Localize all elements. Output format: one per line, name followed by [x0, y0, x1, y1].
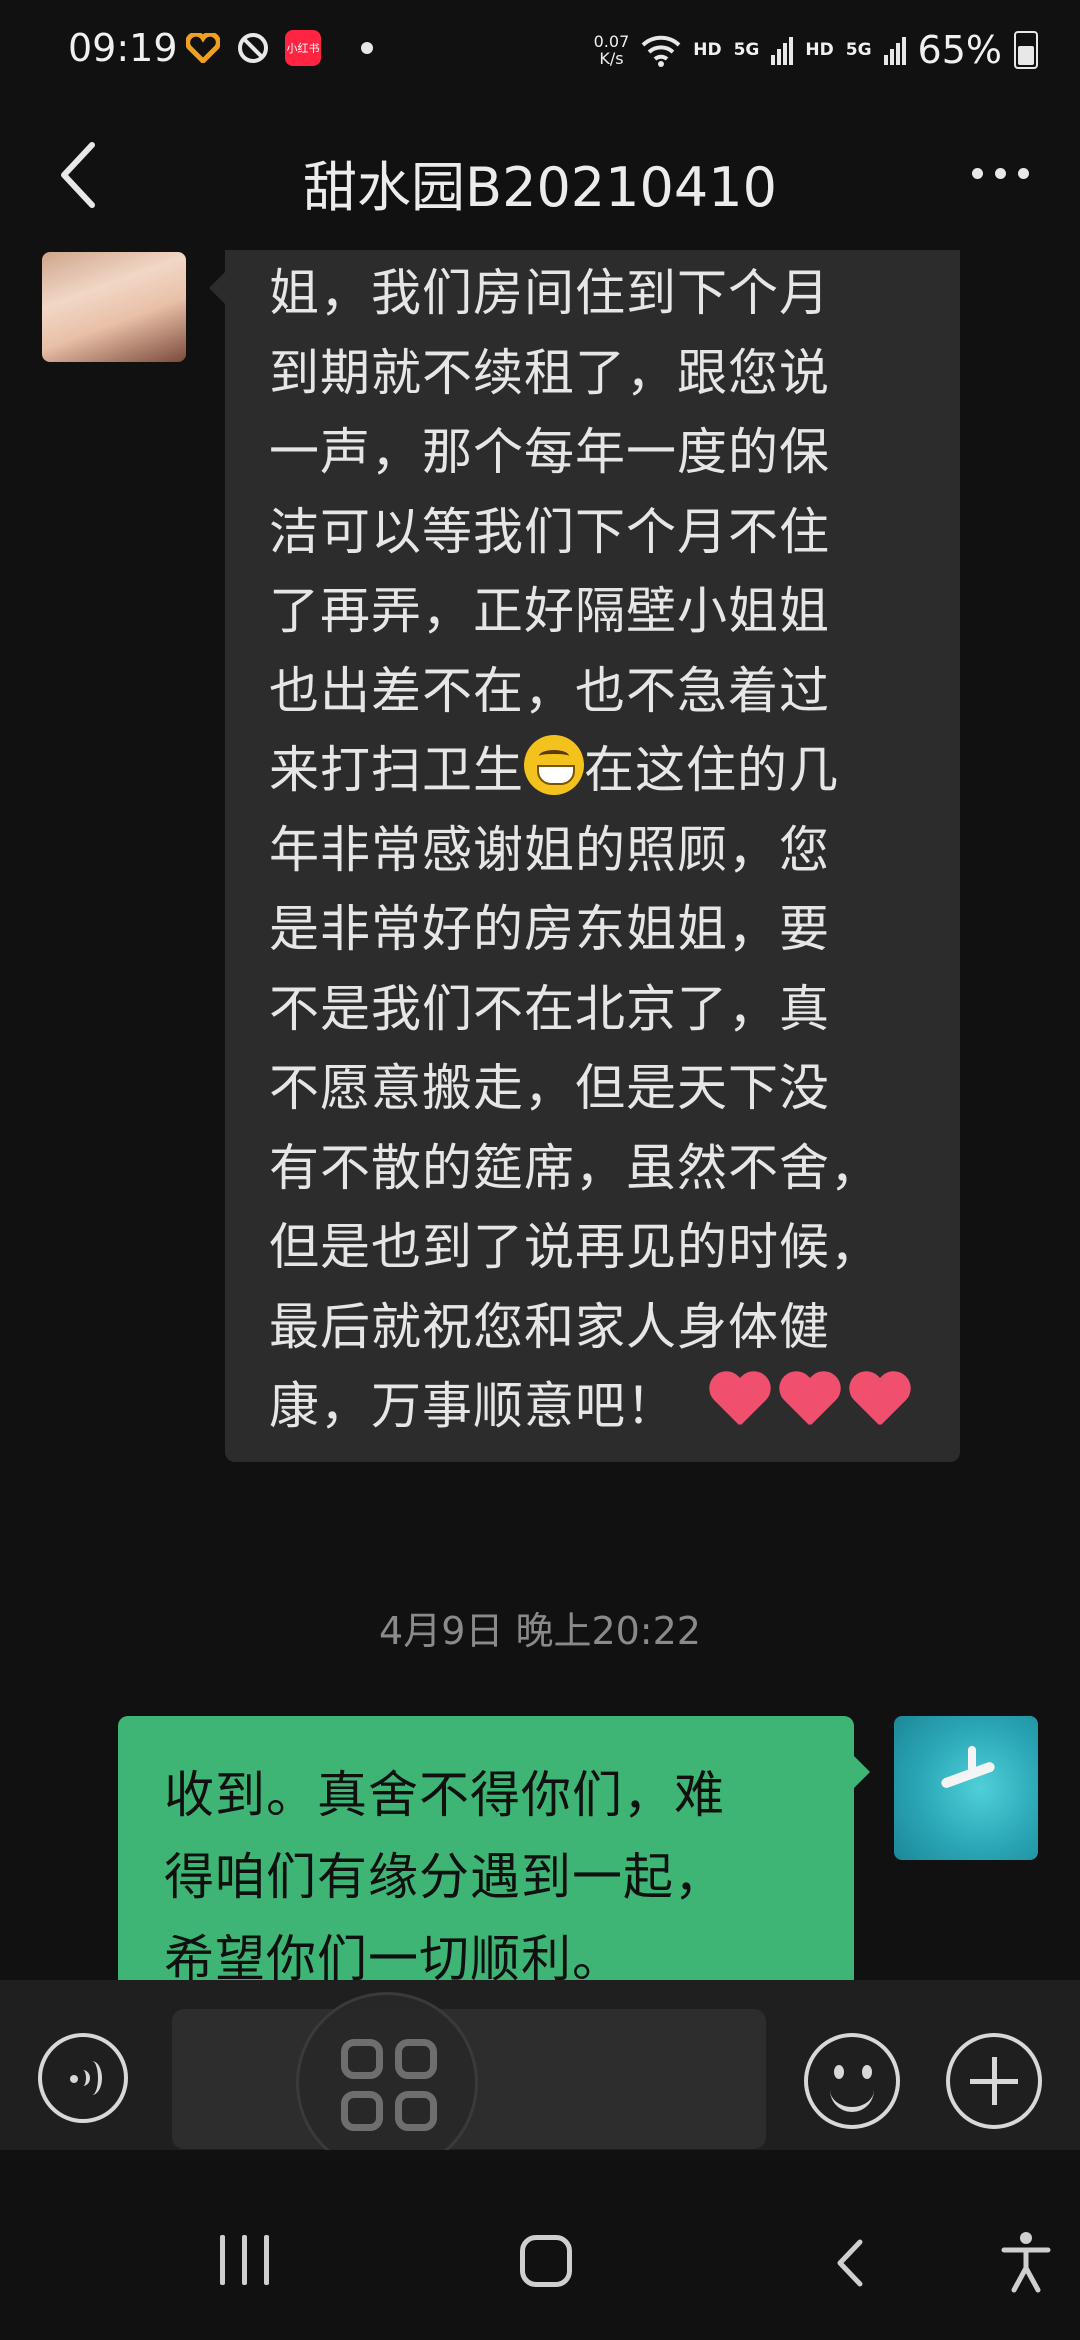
recents-button[interactable]	[220, 2235, 274, 2287]
emoji-eye	[862, 2065, 872, 2079]
system-nav-bar	[0, 2150, 1080, 2340]
network-speed: 0.07 K/s	[594, 33, 630, 67]
chat-area[interactable]: 姐，我们房间住到下个月 到期就不续租了，跟您说 一声，那个每年一度的保 洁可以等…	[0, 250, 1080, 1980]
my-avatar[interactable]	[894, 1716, 1038, 1860]
heart-icon	[777, 1373, 841, 1433]
more-button[interactable]	[960, 143, 1040, 203]
recents-bar	[264, 2235, 269, 2285]
voice-wave-2	[82, 2061, 102, 2095]
grinning-face-icon	[524, 735, 584, 795]
accessibility-icon	[1001, 2232, 1051, 2293]
voice-button[interactable]	[38, 2033, 128, 2123]
network-speed-unit: K/s	[599, 49, 624, 68]
grid-icon	[341, 2039, 383, 2079]
heart-app-icon	[185, 30, 221, 66]
heart-icon	[707, 1373, 771, 1433]
plus-button[interactable]	[946, 2033, 1042, 2129]
message-text-part1: 姐，我们房间住到下个月 到期就不续租了，跟您说 一声，那个每年一度的保 洁可以等…	[269, 264, 830, 799]
message-timestamp: 4月9日 晚上20:22	[379, 1609, 701, 1653]
hd-label-1: HD	[693, 40, 722, 60]
message-text-outgoing: 收到。真舍不得你们，难 得咱们有缘分遇到一起， 希望你们一切顺利。	[164, 1766, 725, 1980]
heart-icon	[847, 1373, 911, 1433]
status-bar: 09:19 小红书 0.07 K/s HD 5G HD 5G 65%	[0, 0, 1080, 105]
network-label-2: 5G	[845, 40, 872, 60]
contact-avatar[interactable]	[42, 252, 186, 362]
message-text-part2: 在这住的几 年非常感谢姐的照顾，您 是非常好的房东姐姐，要 不是我们不在北京了，…	[269, 741, 881, 1435]
floating-grid-button[interactable]	[296, 1992, 478, 2174]
emoji-icon	[834, 2065, 844, 2079]
xiaohongshu-label: 小红书	[286, 42, 320, 55]
nav-back-icon	[837, 2239, 863, 2287]
more-dots-icon	[971, 167, 983, 179]
hearts-emoji	[707, 1373, 911, 1433]
status-right: 0.07 K/s HD 5G HD 5G 65%	[594, 28, 1038, 72]
xiaohongshu-icon: 小红书	[285, 30, 321, 66]
wifi-icon	[641, 35, 681, 67]
hd-label-2: HD	[805, 40, 834, 60]
emoji-button[interactable]	[804, 2033, 900, 2129]
chat-title: 甜水园B20210410	[303, 156, 777, 219]
grid-square	[395, 2091, 437, 2131]
emoji-mouth	[830, 2085, 874, 2112]
battery-icon	[1014, 31, 1038, 69]
input-bar	[0, 1980, 1080, 2150]
battery-percent: 65%	[917, 28, 1002, 72]
status-app-icons: 小红书	[185, 30, 373, 66]
network-label-1: 5G	[733, 40, 760, 60]
recents-icon	[220, 2235, 225, 2285]
blocked-icon	[235, 30, 271, 66]
chat-header: 甜水园B20210410	[0, 105, 1080, 250]
signal-icon-1	[771, 37, 794, 65]
more-dot	[994, 167, 1006, 179]
signal-icon-2	[883, 37, 906, 65]
recents-bar	[242, 2235, 247, 2285]
network-speed-value: 0.07	[593, 32, 630, 51]
home-button[interactable]	[520, 2235, 572, 2287]
status-time: 09:19	[68, 26, 178, 70]
grid-square	[395, 2039, 437, 2079]
nav-back-button[interactable]	[826, 2238, 876, 2288]
grid-square	[341, 2091, 383, 2131]
notification-dot-icon	[361, 42, 373, 54]
message-bubble-outgoing[interactable]: 收到。真舍不得你们，难 得咱们有缘分遇到一起， 希望你们一切顺利。	[118, 1716, 870, 1980]
more-dot	[1017, 167, 1029, 179]
accessibility-button[interactable]	[998, 2230, 1054, 2294]
message-text-incoming: 姐，我们房间住到下个月 到期就不续租了，跟您说 一声，那个每年一度的保 洁可以等…	[269, 254, 939, 1447]
message-bubble-incoming[interactable]: 姐，我们房间住到下个月 到期就不续租了，跟您说 一声，那个每年一度的保 洁可以等…	[209, 250, 960, 1462]
